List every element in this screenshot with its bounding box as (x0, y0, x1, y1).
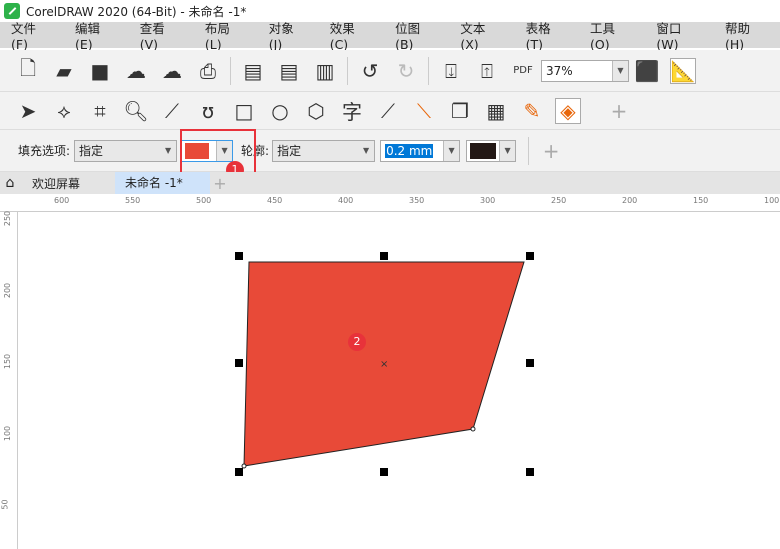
center-marker-icon: × (380, 359, 388, 370)
node[interactable] (470, 426, 476, 432)
canvas[interactable]: × (0, 0, 780, 549)
annotation-badge-2: 2 (348, 333, 366, 351)
node[interactable] (241, 463, 247, 469)
